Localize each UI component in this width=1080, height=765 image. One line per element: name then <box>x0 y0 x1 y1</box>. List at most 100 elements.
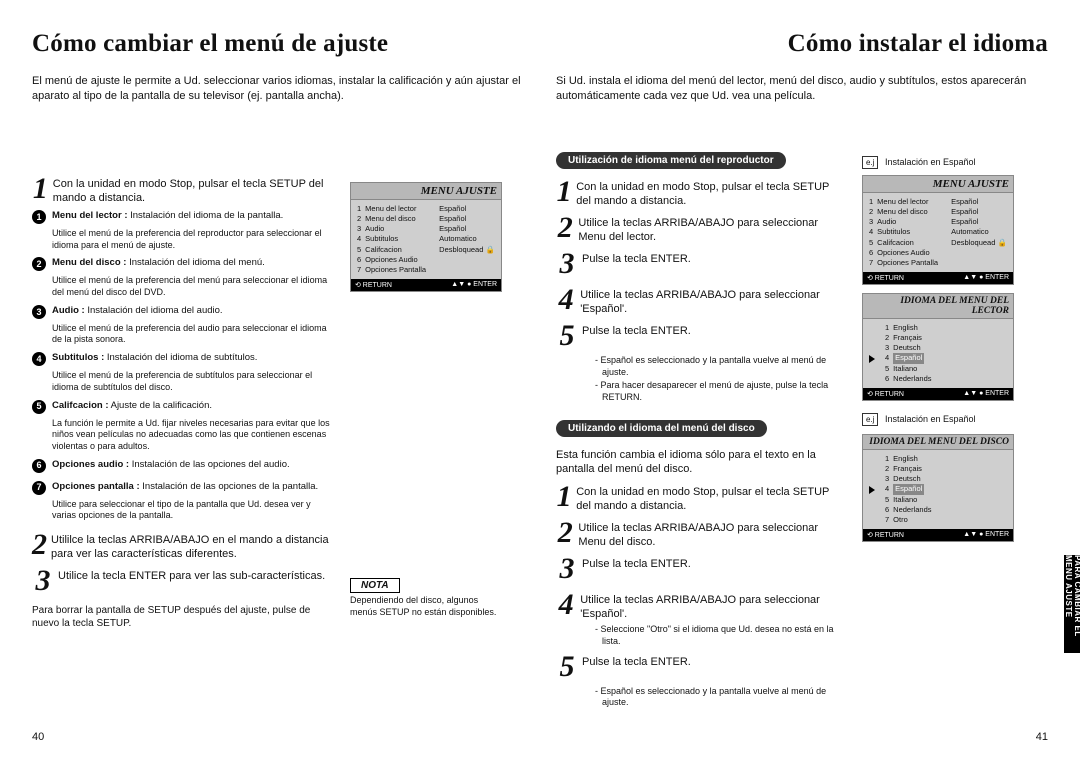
note-line: - Español es seleccionado y la pantalla … <box>590 686 846 709</box>
lang-row: 6Nederlands <box>869 505 1007 515</box>
menu-row: 6Opciones Audio <box>869 248 1007 258</box>
step: 2Utilice la teclas ARRIBA/ABAJO para sel… <box>556 516 846 550</box>
step-text: Con la unidad en modo Stop, pulsar el te… <box>576 175 846 209</box>
step-number: 4 <box>556 588 576 622</box>
screen-menu-ajuste: MENU AJUSTE 1Menu del lectorEspañol2Menu … <box>350 182 502 292</box>
manual-spread: Cómo cambiar el menú de ajuste El menú d… <box>0 0 1080 765</box>
step-1: 1 Con la unidad en modo Stop, pulsar el … <box>32 172 332 206</box>
step-text: Con la unidad en modo Stop, pulsar el te… <box>53 172 332 206</box>
lang-row: 1English <box>869 454 1007 464</box>
ej-text: Instalación en Español <box>885 157 976 167</box>
bullet-text: Menu del lector : Instalación del idioma… <box>52 210 283 224</box>
step-5b: 5 Pulse la tecla ENTER. <box>556 650 846 684</box>
ej-text: Instalación en Español <box>885 414 976 424</box>
lang-row: 4Español <box>869 484 1007 494</box>
panel-header: IDIOMA DEL MENU DEL DISCO <box>863 435 1013 450</box>
note-line: - Español es seleccionado y la pantalla … <box>590 355 846 378</box>
menu-row: 7Opciones Pantalla <box>357 265 495 275</box>
lang-row: 3Deutsch <box>869 343 1007 353</box>
bullet-subtext: Utilice el menú de la preferencia del re… <box>32 228 332 251</box>
menu-row: 5CalifcacionDesbloquead 🔒 <box>869 238 1007 248</box>
ej-badge: e.j <box>862 413 878 426</box>
bullet-subtext: Utilice el menú de la preferencia del me… <box>32 275 332 298</box>
step-2: 2 Utililce la teclas ARRIBA/ABAJO en el … <box>32 528 332 562</box>
menu-row: 1Menu del lectorEspañol <box>357 204 495 214</box>
menu-row: 1Menu del lectorEspañol <box>869 197 1007 207</box>
step-text: Pulse la tecla ENTER. <box>582 319 691 339</box>
bullet-text: Subtitulos : Instalación del idioma de s… <box>52 352 257 366</box>
lang-row: 5Italiano <box>869 495 1007 505</box>
left-column: 1 Con la unidad en modo Stop, pulsar el … <box>32 170 332 630</box>
bullet-number-icon: 1 <box>32 210 46 224</box>
bullet-subtext: Utilice el menú de la preferencia de sub… <box>32 370 332 393</box>
page-title: Cómo cambiar el menú de ajuste <box>32 30 524 58</box>
bullet-number-icon: 5 <box>32 400 46 414</box>
step-3: 3 Utilice la tecla ENTER para ver las su… <box>32 564 332 598</box>
selection-marker-icon <box>869 486 875 494</box>
bullet-number-icon: 6 <box>32 459 46 473</box>
lang-row: 3Deutsch <box>869 474 1007 484</box>
left-side-col: MENU AJUSTE 1Menu del lectorEspañol2Menu … <box>350 182 520 618</box>
section-b-intro: Esta función cambia el idioma sólo para … <box>556 447 846 477</box>
panel-header: MENU AJUSTE <box>351 183 501 200</box>
step: 1Con la unidad en modo Stop, pulsar el t… <box>556 480 846 514</box>
page-title: Cómo instalar el idioma <box>556 30 1048 58</box>
lang-row: 2Français <box>869 464 1007 474</box>
intro-text: El menú de ajuste le permite a Ud. selec… <box>32 74 524 104</box>
option-item: 1 Menu del lector : Instalación del idiom… <box>32 210 332 224</box>
option-item: 7Opciones pantalla : Instalación de las … <box>32 481 332 495</box>
panel-header: MENU AJUSTE <box>863 176 1013 193</box>
step-text: Utilice la teclas ARRIBA/ABAJO para sele… <box>580 588 846 622</box>
page-40: Cómo cambiar el menú de ajuste El menú d… <box>0 0 540 765</box>
step-number: 3 <box>556 247 578 281</box>
option-item: 5 Califcacion : Ajuste de la calificación… <box>32 400 332 414</box>
panel-footer: ⟲ RETURN▲▼ ● ENTER <box>863 272 1013 284</box>
notes-a: - Español es seleccionado y la pantalla … <box>556 355 846 404</box>
option-list: 1 Menu del lector : Instalación del idiom… <box>32 210 332 522</box>
menu-row: 2Menu del discoEspañol <box>869 207 1007 217</box>
steps-b: 1Con la unidad en modo Stop, pulsar el t… <box>556 480 846 622</box>
option-item: 3Audio : Instalación del idioma del audi… <box>32 305 332 319</box>
lang-row: 6Nederlands <box>869 374 1007 384</box>
menu-row: 5CalifcacionDesbloquead 🔒 <box>357 245 495 255</box>
menu-row: 3AudioEspañol <box>357 224 495 234</box>
nota-label: NOTA <box>350 578 400 593</box>
step-text: Utilice la teclas ARRIBA/ABAJO para sele… <box>578 211 846 245</box>
step: 4Utilice la teclas ARRIBA/ABAJO para sel… <box>556 588 846 622</box>
bullet-number-icon: 3 <box>32 305 46 319</box>
step-number: 3 <box>556 552 578 586</box>
step: 3Pulse la tecla ENTER. <box>556 247 846 281</box>
option-item: 2Menu del disco : Instalación del idioma… <box>32 257 332 271</box>
step-number: 2 <box>556 516 574 550</box>
lang-row: 5Italiano <box>869 364 1007 374</box>
screen-idioma-disco: IDIOMA DEL MENU DEL DISCO 1English2França… <box>862 434 1014 542</box>
step-number: 1 <box>556 175 572 209</box>
panel-footer: ⟲ RETURN▲▼ ● ENTER <box>863 529 1013 541</box>
step-number: 2 <box>556 211 574 245</box>
section-pill: Utilizando el idioma del menú del disco <box>556 420 767 437</box>
menu-row: 4SubtitulosAutomatico <box>869 227 1007 237</box>
bullet-number-icon: 4 <box>32 352 46 366</box>
step-number: 4 <box>556 283 576 317</box>
section-tab: PARA CAMBIAR EL MENU AJUSTE <box>1064 555 1080 653</box>
step-text: Utilice la teclas ARRIBA/ABAJO para sele… <box>578 516 846 550</box>
erase-note: Para borrar la pantalla de SETUP después… <box>32 604 332 630</box>
step: 4Utilice la teclas ARRIBA/ABAJO para sel… <box>556 283 846 317</box>
step-text: Pulse la tecla ENTER. <box>582 650 691 670</box>
step-text: Pulse la tecla ENTER. <box>582 247 691 267</box>
nota-text: Dependiendo del disco, algunos menús SET… <box>350 595 500 618</box>
note-line: - Seleccione "Otro" si el idioma que Ud.… <box>590 624 846 647</box>
lang-row: 2Français <box>869 333 1007 343</box>
screen-idioma-lector: IDIOMA DEL MENU DEL LECTOR1English2Franç… <box>862 293 1014 401</box>
lang-row: 7Otro <box>869 515 1007 525</box>
ej-row: e.j Instalación en Español <box>862 413 1032 426</box>
right-graphics: e.j Instalación en Español MENU AJUSTE 1M… <box>862 156 1032 434</box>
bullet-text: Califcacion : Ajuste de la calificación. <box>52 400 212 414</box>
step-text: Con la unidad en modo Stop, pulsar el te… <box>576 480 846 514</box>
step-number: 2 <box>32 528 47 562</box>
menu-row: 2Menu del discoEspañol <box>357 214 495 224</box>
step-number: 1 <box>556 480 572 514</box>
menu-row: 4SubtitulosAutomatico <box>357 234 495 244</box>
step-number: 5 <box>556 650 578 684</box>
step-number: 5 <box>556 319 578 353</box>
